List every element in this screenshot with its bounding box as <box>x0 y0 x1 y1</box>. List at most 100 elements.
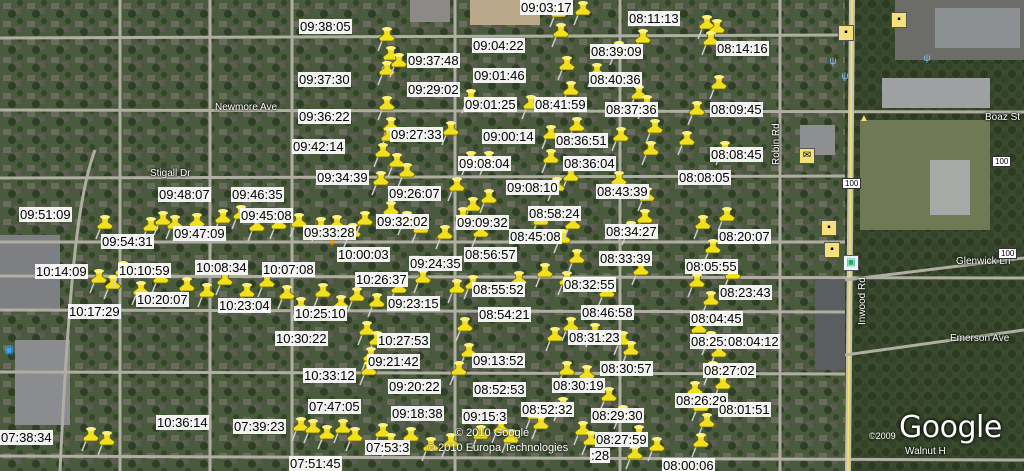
poi-car-icon[interactable]: ▣ <box>2 344 16 358</box>
timestamp-label: 08:58:24 <box>528 206 581 221</box>
map-view[interactable]: Newmore Ave Stigall Dr Boaz St Glenwick … <box>0 0 1024 471</box>
road-label-boaz: Boaz St <box>985 112 1021 123</box>
route-shield: 100 <box>992 156 1012 167</box>
poi-building-icon[interactable]: ▪ <box>824 242 840 258</box>
pushpin-icon[interactable] <box>708 74 730 100</box>
timestamp-label: 09:54:31 <box>101 234 154 249</box>
pushpin-icon[interactable] <box>346 286 368 312</box>
pushpin-icon[interactable] <box>530 414 552 440</box>
timestamp-label: 09:48:07 <box>158 187 211 202</box>
timestamp-label: 08:05:55 <box>685 259 738 274</box>
pushpin-icon[interactable] <box>690 432 712 458</box>
timestamp-label: 09:26:07 <box>388 186 441 201</box>
timestamp-label: 09:42:14 <box>292 139 345 154</box>
pushpin-icon[interactable] <box>366 292 388 318</box>
pushpin-icon[interactable] <box>676 130 698 156</box>
timestamp-label: 10:00:03 <box>337 247 390 262</box>
pushpin-icon[interactable] <box>640 140 662 166</box>
poi-park-icon[interactable]: ▲ <box>857 112 871 126</box>
road-label-robin: Robin Rd <box>771 123 782 165</box>
pushpin-icon[interactable] <box>454 316 476 342</box>
timestamp-label: 08:20:07 <box>718 229 771 244</box>
pushpin-icon[interactable] <box>686 100 708 126</box>
pushpin-icon[interactable] <box>610 126 632 152</box>
timestamp-label: 10:30:22 <box>275 331 328 346</box>
timestamp-label: :28 <box>590 448 611 463</box>
pushpin-icon[interactable] <box>396 162 418 188</box>
timestamp-label: 08:30:19 <box>552 378 605 393</box>
pushpin-icon[interactable] <box>534 262 556 288</box>
timestamp-label: 09:47:09 <box>173 226 226 241</box>
pushpin-icon[interactable] <box>556 55 578 81</box>
timestamp-label: 08:29:30 <box>591 408 644 423</box>
timestamp-label: 10:10:59 <box>118 263 171 278</box>
timestamp-label: 09:08:04 <box>458 156 511 171</box>
timestamp-label: 09:09:32 <box>456 215 509 230</box>
timestamp-label: 08:55:52 <box>472 282 525 297</box>
timestamp-label: 08:37:36 <box>605 102 658 117</box>
poi-bus-icon[interactable]: ▣ <box>843 255 859 271</box>
road-label-stigall: Stigall Dr <box>150 168 191 179</box>
road-label-emerson: Emerson Ave <box>950 333 1010 344</box>
timestamp-label: 10:23:04 <box>218 298 271 313</box>
pushpin-icon[interactable] <box>440 120 462 146</box>
timestamp-label: 08:30:57 <box>600 361 653 376</box>
timestamp-label: 09:37:30 <box>298 72 351 87</box>
timestamp-label: 08:08:05 <box>678 170 731 185</box>
timestamp-label: 10:08:34 <box>195 260 248 275</box>
pushpin-icon[interactable] <box>550 22 572 48</box>
poi-restaurant-icon[interactable]: ψ <box>826 55 840 69</box>
route-shield: 100 <box>998 248 1018 259</box>
timestamp-label: 07:38:34 <box>0 430 53 445</box>
poi-mail-icon[interactable]: ✉ <box>799 148 815 164</box>
pushpin-icon[interactable] <box>354 210 376 236</box>
pushpin-icon[interactable] <box>624 444 646 470</box>
timestamp-label: 08:36:51 <box>555 133 608 148</box>
pushpin-icon[interactable] <box>96 430 118 456</box>
timestamp-label: 10:14:09 <box>35 264 88 279</box>
poi-building-icon[interactable]: ▪ <box>821 220 837 236</box>
timestamp-label: 08:39:09 <box>590 44 643 59</box>
timestamp-label: 08:09:45 <box>710 102 763 117</box>
timestamp-label: 08:27:59 <box>595 432 648 447</box>
pushpin-icon[interactable] <box>566 248 588 274</box>
timestamp-label: 09:46:35 <box>231 187 284 202</box>
timestamp-label: 08:45:08 <box>509 229 562 244</box>
poi-restaurant-icon[interactable]: ψ <box>920 52 934 66</box>
timestamp-label: 08:23:43 <box>719 285 772 300</box>
timestamp-label: 09:24:35 <box>409 256 462 271</box>
timestamp-label: 08:52:53 <box>473 382 526 397</box>
timestamp-label: 08:33:39 <box>599 251 652 266</box>
poi-shop-icon[interactable]: ▪ <box>838 25 854 41</box>
timestamp-label: 08:36:04 <box>563 156 616 171</box>
timestamp-label: 09:00:14 <box>482 129 535 144</box>
timestamp-label: 09:03:17 <box>520 0 573 15</box>
timestamp-label: 10:25:10 <box>294 306 347 321</box>
timestamp-label: 09:38:05 <box>299 19 352 34</box>
timestamp-label: 09:21:42 <box>367 354 420 369</box>
pushpin-icon[interactable] <box>344 426 366 452</box>
route-shield: 100 <box>842 178 862 189</box>
poi-shop-icon[interactable]: ▪ <box>891 12 907 28</box>
pushpin-icon[interactable] <box>572 0 594 26</box>
timestamp-label: 07:51:45 <box>289 456 342 471</box>
pushpin-icon[interactable] <box>540 148 562 174</box>
timestamp-label: 08:52:32 <box>521 402 574 417</box>
timestamp-label: 09:27:33 <box>390 127 443 142</box>
timestamp-label: 08:31:23 <box>568 330 621 345</box>
timestamp-label: 09:04:22 <box>472 38 525 53</box>
google-logo: Google <box>899 410 1002 445</box>
timestamp-label: 10:20:07 <box>136 292 189 307</box>
pushpin-icon[interactable] <box>448 360 470 386</box>
pushpin-icon[interactable] <box>692 214 714 240</box>
timestamp-label: 08:41:59 <box>534 97 587 112</box>
timestamp-label: 08:46:58 <box>581 305 634 320</box>
timestamp-label: 09:20:22 <box>388 379 441 394</box>
timestamp-label: 08:04:12 <box>727 334 780 349</box>
timestamp-label: 09:08:10 <box>506 180 559 195</box>
timestamp-label: 09:51:09 <box>19 207 72 222</box>
poi-restaurant-icon[interactable]: ψ <box>838 70 852 84</box>
timestamp-label: 09:23:15 <box>387 296 440 311</box>
timestamp-label: 09:45:08 <box>240 208 293 223</box>
pushpin-icon[interactable] <box>412 268 434 294</box>
